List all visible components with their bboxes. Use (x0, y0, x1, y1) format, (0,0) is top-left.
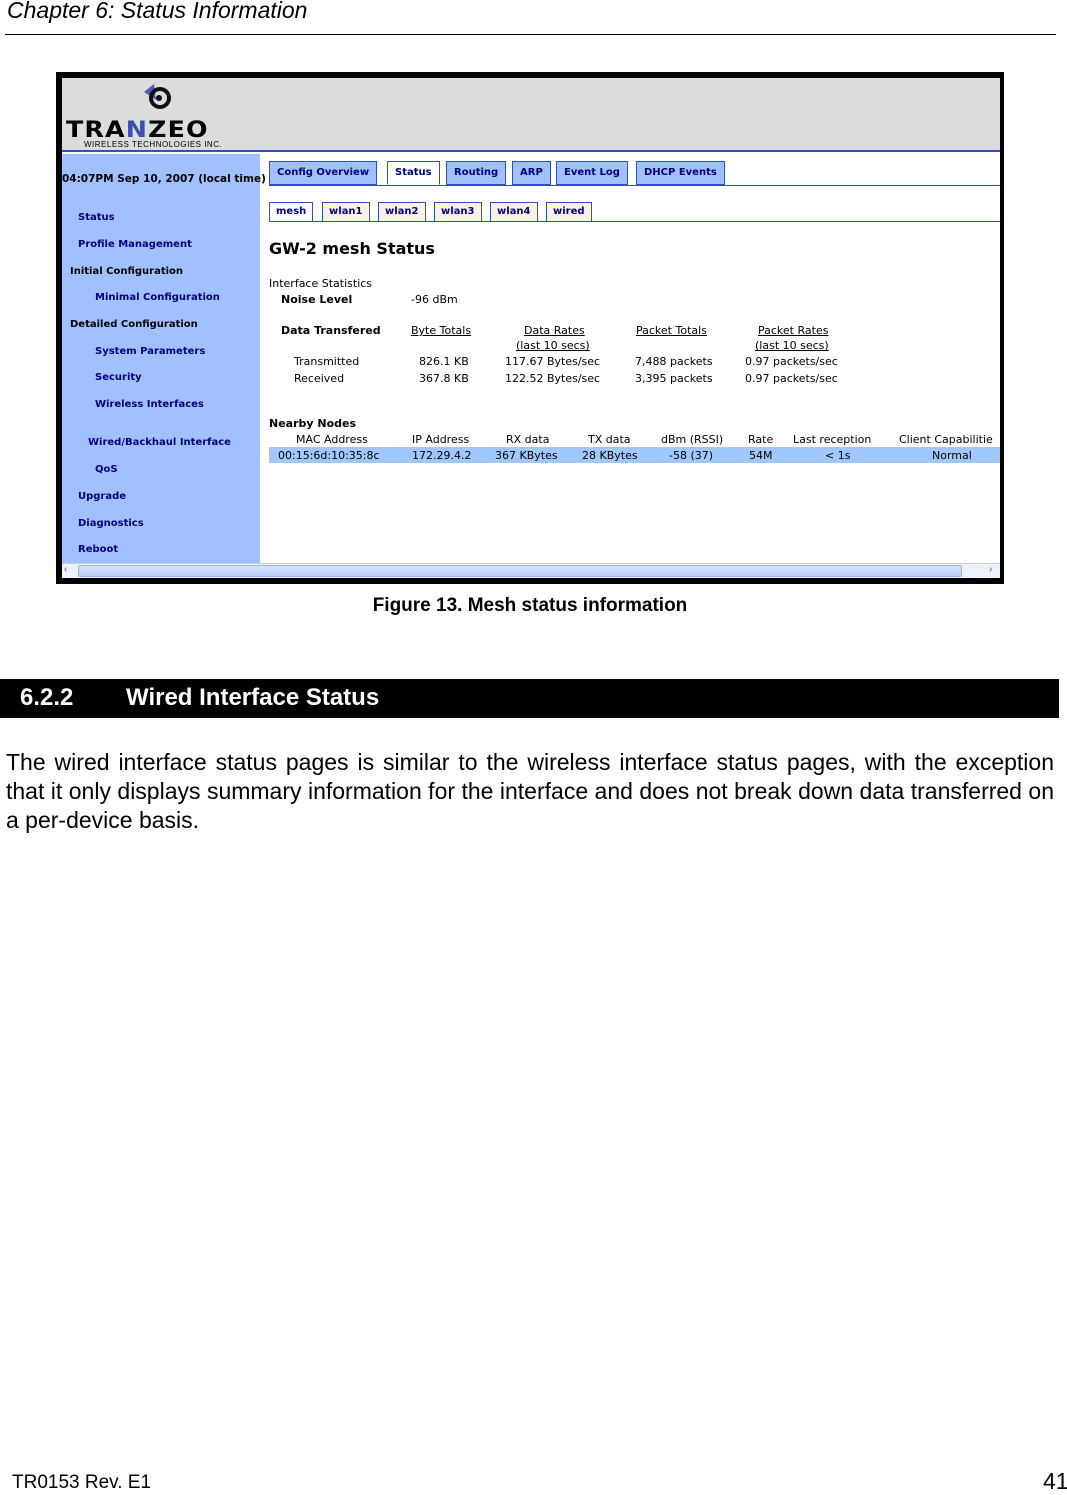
tranzeo-logo: TRANZEO WIRELESS TECHNOLOGIES INC. (66, 82, 266, 150)
col-packet-totals: Packet Totals (636, 324, 707, 337)
cell-capabilities: Normal (932, 449, 972, 462)
cell: 7,488 packets (635, 355, 713, 368)
tab-routing[interactable]: Routing (446, 161, 507, 185)
tab-event-log[interactable]: Event Log (556, 161, 628, 185)
web-ui-screenshot: TRANZEO WIRELESS TECHNOLOGIES INC. 04:07… (62, 78, 1000, 578)
sidebar: 04:07PM Sep 10, 2007 (local time) Status… (62, 154, 266, 563)
cell-tx: 28 KBytes (582, 449, 638, 462)
col-byte-totals: Byte Totals (411, 324, 472, 337)
subtab-wlan4[interactable]: wlan4 (490, 202, 538, 222)
sidebar-heading-detailed-configuration: Detailed Configuration (70, 319, 198, 330)
cell-rx: 367 KBytes (495, 449, 558, 462)
interface-statistics-heading: Interface Statistics (269, 277, 373, 290)
col-data-rates: Data Rates (524, 324, 585, 337)
subtab-mesh[interactable]: mesh (269, 202, 314, 222)
logo-subtitle: WIRELESS TECHNOLOGIES INC. (84, 140, 223, 149)
data-transfered-heading: Data Transfered (281, 324, 381, 337)
col-client-capabilities: Client Capabilitie (899, 433, 993, 446)
cell-last-reception: < 1s (825, 449, 851, 462)
scroll-left-icon[interactable]: ‹ (64, 564, 67, 575)
row-label: Received (294, 372, 345, 385)
col-packet-rates: Packet Rates (758, 324, 829, 337)
col-data-rates-sub: (last 10 secs) (516, 339, 590, 352)
cell-ip: 172.29.4.2 (412, 449, 472, 462)
sidebar-item-diagnostics[interactable]: Diagnostics (78, 518, 144, 529)
doc-revision: TR0153 Rev. E1 (12, 1472, 152, 1493)
sidebar-item-qos[interactable]: QoS (95, 464, 118, 475)
section-title: Wired Interface Status (126, 684, 380, 711)
sidebar-item-minimal-configuration[interactable]: Minimal Configuration (95, 292, 220, 303)
sidebar-item-wireless-interfaces[interactable]: Wireless Interfaces (95, 399, 204, 410)
cell-mac: 00:15:6d:10:35:8c (278, 449, 380, 462)
tab-status[interactable]: Status (387, 161, 440, 185)
section-number: 6.2.2 (20, 684, 74, 711)
cell: 117.67 Bytes/sec (505, 355, 601, 368)
tab-dhcp-events[interactable]: DHCP Events (636, 161, 725, 185)
sidebar-item-reboot[interactable]: Reboot (78, 544, 118, 555)
sidebar-item-system-parameters[interactable]: System Parameters (95, 346, 205, 357)
cell: 3,395 packets (635, 372, 713, 385)
sidebar-heading-initial-configuration: Initial Configuration (70, 266, 184, 277)
col-mac: MAC Address (296, 433, 368, 446)
sidebar-item-wired-backhaul[interactable]: Wired/Backhaul Interface (88, 437, 231, 448)
cell: 826.1 KB (419, 355, 469, 368)
header-divider (5, 34, 1056, 35)
scroll-right-icon[interactable]: › (989, 564, 992, 575)
col-last-reception: Last reception (793, 433, 872, 446)
section-heading: 6.2.2 Wired Interface Status (0, 679, 1059, 718)
local-time: 04:07PM Sep 10, 2007 (local time) (62, 173, 266, 185)
noise-level-value: -96 dBm (411, 293, 458, 306)
cell-rate: 54M (749, 449, 773, 462)
col-rate: Rate (748, 433, 774, 446)
nearby-nodes-heading: Nearby Nodes (269, 417, 357, 430)
col-packet-rates-sub: (last 10 secs) (755, 339, 829, 352)
sidebar-item-profile-management[interactable]: Profile Management (78, 239, 192, 250)
antenna-icon (144, 84, 171, 109)
page-header: TRANZEO WIRELESS TECHNOLOGIES INC. (62, 78, 1000, 152)
sidebar-item-upgrade[interactable]: Upgrade (78, 491, 126, 502)
noise-level-label: Noise Level (281, 293, 353, 306)
cell: 367.8 KB (419, 372, 469, 385)
col-tx: TX data (588, 433, 631, 446)
cell-rssi: -58 (37) (669, 449, 714, 462)
scrollbar-thumb[interactable] (78, 565, 962, 577)
body-paragraph: The wired interface status pages is simi… (6, 749, 1054, 833)
cell: 0.97 packets/sec (745, 355, 838, 368)
subtab-wlan1[interactable]: wlan1 (322, 202, 370, 222)
sidebar-item-security[interactable]: Security (95, 372, 142, 383)
cell: 122.52 Bytes/sec (505, 372, 601, 385)
cell: 0.97 packets/sec (745, 372, 838, 385)
tab-config-overview[interactable]: Config Overview (269, 161, 378, 185)
chapter-header: Chapter 6: Status Information (7, 0, 308, 23)
col-ip: IP Address (412, 433, 470, 446)
col-rx: RX data (506, 433, 550, 446)
subtab-wlan3[interactable]: wlan3 (434, 202, 482, 222)
figure-caption: Figure 13. Mesh status information (372, 595, 688, 616)
subtab-wired[interactable]: wired (546, 202, 592, 222)
page-title: GW-2 mesh Status (269, 239, 435, 258)
row-label: Transmitted (294, 355, 360, 368)
subtab-wlan2[interactable]: wlan2 (378, 202, 426, 222)
page-number: 41 (1043, 1468, 1067, 1494)
tab-arp[interactable]: ARP (512, 161, 551, 185)
sidebar-item-status[interactable]: Status (78, 212, 115, 223)
col-rssi: dBm (RSSI) (661, 433, 724, 446)
